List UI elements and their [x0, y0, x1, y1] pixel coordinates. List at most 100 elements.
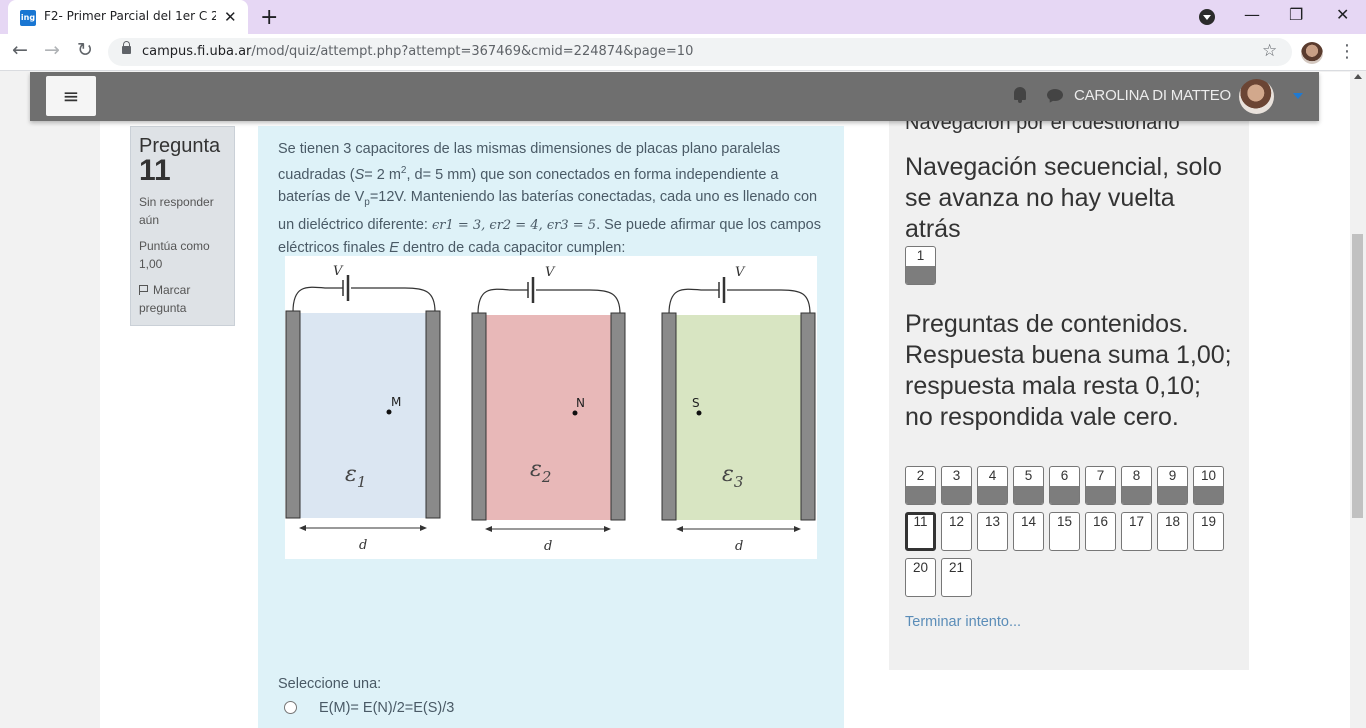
wire	[292, 286, 343, 313]
question-text-part: = 2 m	[364, 166, 401, 183]
quiz-nav-button[interactable]: 10	[1193, 466, 1224, 505]
question-math: ϵr1 = 3, ϵr2 = 4, ϵr3 = 5	[431, 217, 597, 233]
point-m	[386, 409, 392, 415]
quiz-nav-button[interactable]: 1	[905, 246, 936, 285]
lock-icon[interactable]	[122, 41, 131, 54]
distance-label: d	[544, 539, 552, 554]
answer-option-1-label[interactable]: E(M)= E(N)/2=E(S)/3	[319, 700, 454, 716]
arrow-head	[485, 526, 492, 532]
question-number: 11	[139, 154, 171, 187]
url-path: /mod/quiz/attempt.php?attempt=367469&cmi…	[251, 44, 694, 59]
answered-indicator	[906, 486, 935, 504]
quiz-nav-button[interactable]: 19	[1193, 512, 1224, 551]
quiz-nav-button-label: 18	[1164, 514, 1181, 529]
quiz-nav-button-label: 3	[952, 468, 961, 483]
section-title-sequential: Navegación secuencial, solo se avanza no…	[905, 153, 1222, 243]
notifications-bell-icon[interactable]	[1014, 87, 1026, 103]
site-navbar: ≡ CAROLINA DI MATTEO	[30, 72, 1319, 121]
quiz-nav-button[interactable]: 18	[1157, 512, 1188, 551]
quiz-nav-button-label: 15	[1056, 514, 1073, 529]
quiz-nav-button-label: 20	[912, 560, 929, 575]
messages-chat-icon[interactable]	[1047, 89, 1063, 101]
quiz-nav-button[interactable]: 16	[1085, 512, 1116, 551]
capacitor-1: V M ε1 d	[285, 264, 441, 553]
flag-icon	[139, 285, 149, 295]
scroll-thumb[interactable]	[1352, 234, 1363, 518]
profile-avatar[interactable]	[1301, 42, 1323, 64]
question-content: Se tienen 3 capacitores de las mismas di…	[258, 126, 844, 728]
site-favicon-icon: ing	[20, 10, 36, 26]
arrow-head	[676, 526, 683, 532]
battery-label: V	[545, 265, 556, 280]
tab-close-icon[interactable]: ✕	[224, 8, 237, 26]
answered-indicator	[1122, 486, 1151, 504]
quiz-nav-button-label: 8	[1132, 468, 1141, 483]
reload-icon[interactable]: ↻	[77, 39, 93, 61]
user-menu-caret-icon[interactable]	[1293, 93, 1303, 99]
user-name[interactable]: CAROLINA DI MATTEO	[1074, 87, 1231, 104]
quiz-nav-button[interactable]: 4	[977, 466, 1008, 505]
quiz-nav-button-label: 11	[913, 514, 928, 529]
question-text-part: dentro de cada capacitor cumplen:	[398, 239, 626, 256]
battery-label: V	[333, 264, 344, 279]
quiz-nav-button[interactable]: 13	[977, 512, 1008, 551]
forward-arrow-icon[interactable]: →	[44, 39, 60, 61]
answered-indicator	[1086, 486, 1115, 504]
plate	[471, 312, 487, 521]
wire	[477, 288, 528, 315]
quiz-nav-button[interactable]: 3	[941, 466, 972, 505]
quiz-nav-button[interactable]: 21	[941, 558, 972, 597]
epsilon-symbol: ε	[722, 462, 734, 487]
quiz-nav-button-label: 12	[948, 514, 965, 529]
browser-menu-icon[interactable]: ⋮	[1338, 41, 1356, 62]
distance-label: d	[359, 538, 367, 553]
quiz-nav-button-label: 19	[1200, 514, 1217, 529]
page-viewport: ≡ CAROLINA DI MATTEO Pregunta 11 Sin res…	[0, 72, 1350, 728]
scroll-up-arrow-icon[interactable]	[1354, 74, 1362, 79]
quiz-nav-button[interactable]: 9	[1157, 466, 1188, 505]
user-avatar[interactable]	[1239, 79, 1274, 114]
capacitors-figure: V M ε1 d V N ε2 d V S ε3 d	[285, 256, 817, 559]
plate	[661, 312, 677, 521]
new-tab-button[interactable]: +	[260, 5, 278, 30]
minimize-button[interactable]: —	[1244, 5, 1260, 24]
quiz-nav-button[interactable]: 17	[1121, 512, 1152, 551]
section-title-content: Preguntas de contenidos. Respuesta buena…	[905, 310, 1232, 431]
quiz-nav-button[interactable]: 15	[1049, 512, 1080, 551]
tab-search-icon[interactable]	[1199, 9, 1215, 25]
epsilon-symbol: ε	[345, 462, 357, 487]
question-text-var: E	[389, 239, 399, 256]
arrow-head	[420, 525, 427, 531]
page-scrollbar[interactable]	[1350, 72, 1366, 728]
question-status: Sin responder aún	[139, 195, 214, 227]
plate	[285, 310, 301, 519]
quiz-nav-button[interactable]: 5	[1013, 466, 1044, 505]
maximize-button[interactable]: ❐	[1289, 5, 1303, 24]
bookmark-star-icon[interactable]: ☆	[1262, 41, 1277, 61]
quiz-nav-button[interactable]: 2	[905, 466, 936, 505]
close-window-button[interactable]: ✕	[1336, 5, 1349, 24]
menu-toggle-button[interactable]: ≡	[46, 76, 96, 116]
answered-indicator	[1194, 486, 1223, 504]
quiz-nav-button[interactable]: 6	[1049, 466, 1080, 505]
quiz-nav-button[interactable]: 12	[941, 512, 972, 551]
answer-radio-1[interactable]	[284, 701, 297, 714]
quiz-nav-button[interactable]: 14	[1013, 512, 1044, 551]
answered-indicator	[942, 486, 971, 504]
epsilon-sub: 2	[541, 468, 552, 486]
address-bar[interactable]: campus.fi.uba.ar/mod/quiz/attempt.php?at…	[108, 38, 1292, 66]
quiz-nav-button[interactable]: 11	[905, 512, 936, 551]
quiz-nav-button[interactable]: 7	[1085, 466, 1116, 505]
quiz-nav-button[interactable]: 20	[905, 558, 936, 597]
point-m-label: M	[391, 395, 401, 409]
finish-attempt-link[interactable]: Terminar intento...	[905, 614, 1021, 630]
quiz-nav-button-label: 10	[1200, 468, 1217, 483]
answered-indicator	[978, 486, 1007, 504]
quiz-nav-button[interactable]: 8	[1121, 466, 1152, 505]
url-text[interactable]: campus.fi.uba.ar/mod/quiz/attempt.php?at…	[142, 44, 693, 59]
flag-question-link[interactable]: Marcar pregunta	[139, 281, 226, 317]
browser-tab[interactable]: ing F2- Primer Parcial del 1er C 2021 ✕	[8, 0, 248, 34]
quiz-nav-button-label: 5	[1024, 468, 1033, 483]
distance-label: d	[735, 539, 743, 554]
back-arrow-icon[interactable]: ←	[12, 39, 28, 61]
